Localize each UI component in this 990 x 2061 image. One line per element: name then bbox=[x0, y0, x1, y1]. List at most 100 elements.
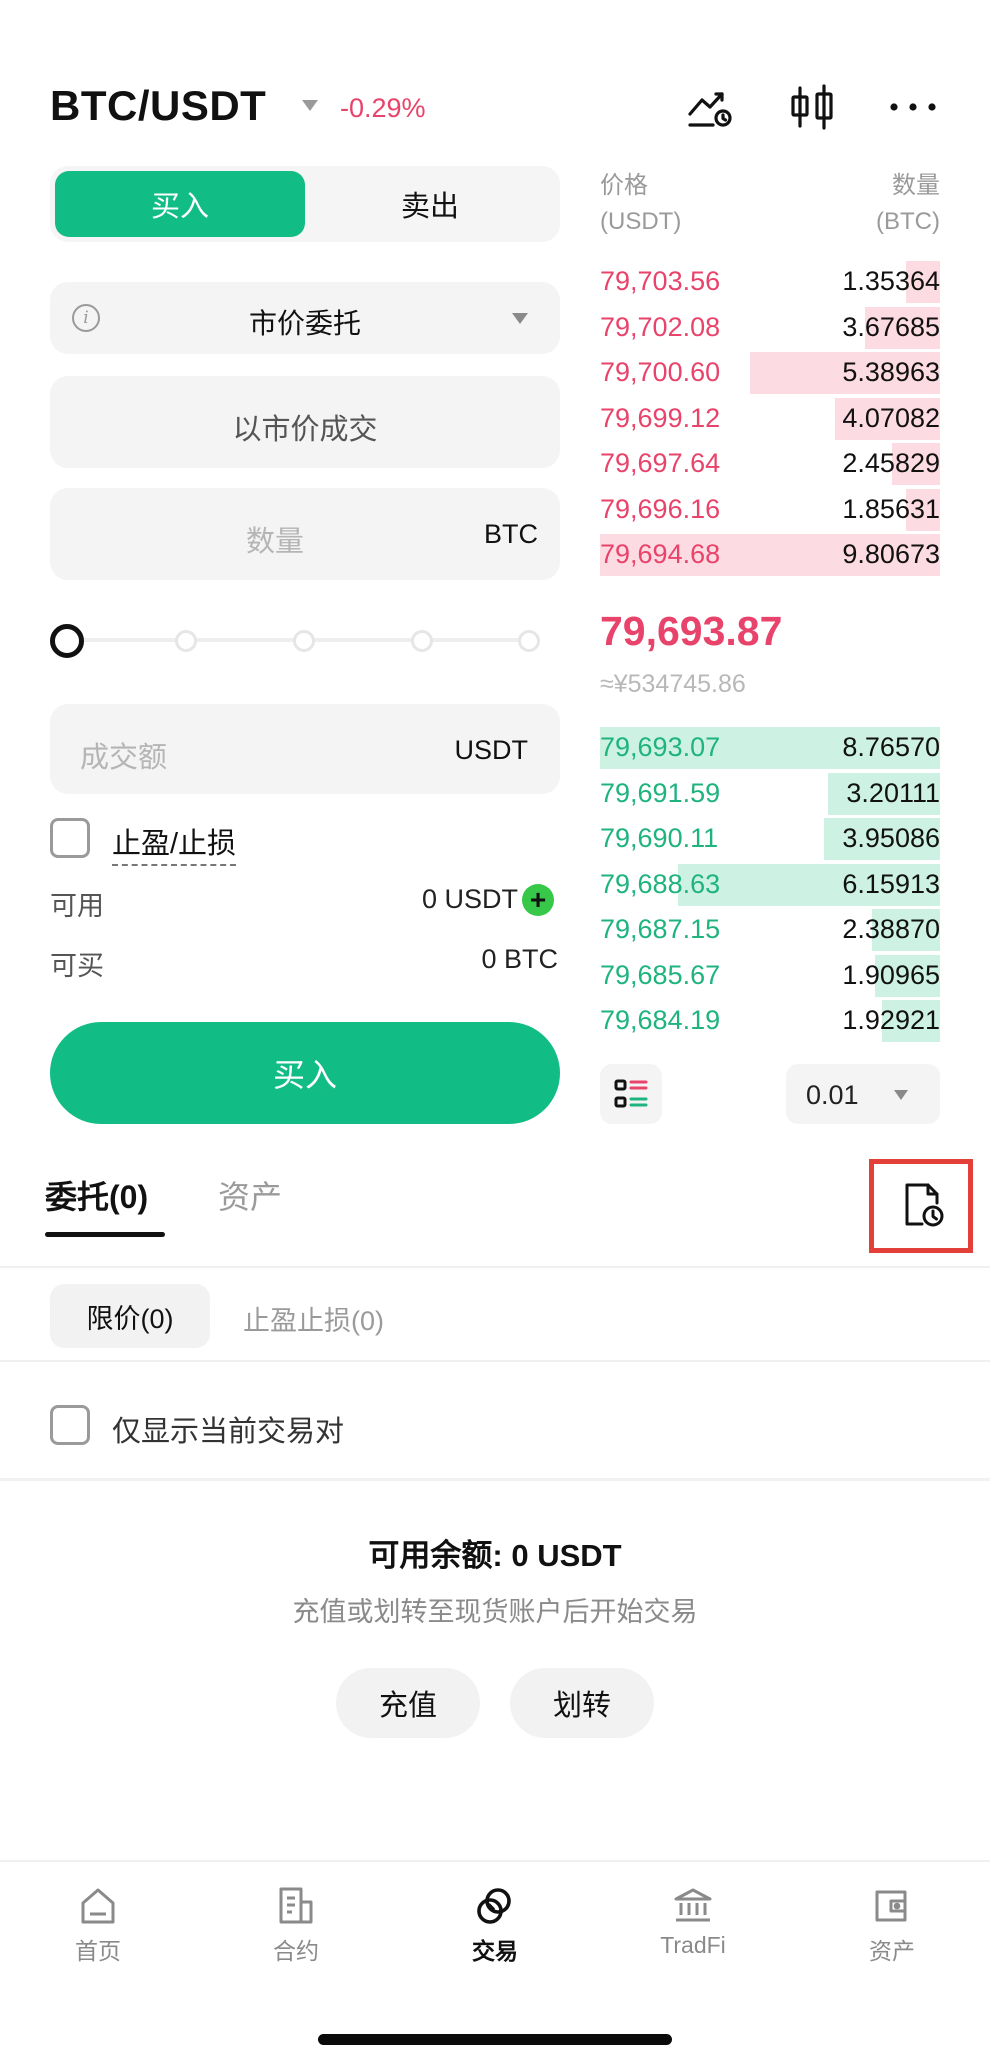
precision-select[interactable]: 0.01 bbox=[786, 1064, 940, 1124]
available-value: 0 USDT bbox=[421, 884, 518, 914]
ask-row[interactable]: 79,699.12 4.07082 bbox=[600, 396, 940, 441]
market-price-text: 以市价成交 bbox=[232, 414, 378, 446]
tab-assets[interactable]: 资产 bbox=[218, 1172, 282, 1218]
current-pair-label[interactable]: 仅显示当前交易对 bbox=[112, 1408, 344, 1450]
bid-amount: 2.38870 bbox=[842, 914, 940, 944]
active-tab-indicator bbox=[45, 1232, 165, 1237]
ask-price: 79,694.68 bbox=[600, 539, 721, 569]
tpsl-checkbox[interactable] bbox=[50, 818, 90, 858]
nav-item-assets[interactable]: 资产 bbox=[832, 1884, 952, 1966]
buy-button[interactable]: 买入 bbox=[50, 1022, 560, 1124]
ask-row[interactable]: 79,697.64 2.45829 bbox=[600, 441, 940, 486]
candlestick-icon[interactable] bbox=[788, 82, 838, 132]
slider-step-75[interactable] bbox=[411, 630, 433, 652]
market-price-field: 以市价成交 bbox=[50, 376, 560, 468]
nav-item-tradfi[interactable]: TradFi bbox=[633, 1884, 753, 1959]
section-divider bbox=[0, 1478, 990, 1481]
bid-amount: 3.20111 bbox=[846, 777, 940, 808]
ask-row[interactable]: 79,702.08 3.67685 bbox=[600, 305, 940, 350]
nav-item-home[interactable]: 首页 bbox=[38, 1884, 158, 1966]
bid-price: 79,685.67 bbox=[600, 959, 721, 990]
ask-row[interactable]: 79,694.68 9.80673 bbox=[600, 532, 940, 577]
bid-row[interactable]: 79,685.67 1.90965 bbox=[600, 953, 940, 998]
current-pair-checkbox[interactable] bbox=[50, 1405, 90, 1445]
available-label: 可用 bbox=[50, 891, 104, 921]
order-history-icon[interactable] bbox=[898, 1180, 948, 1230]
ask-amount: 1.35364 bbox=[842, 266, 940, 296]
last-price[interactable]: 79,693.87 bbox=[600, 608, 782, 655]
nav-label: 合约 bbox=[273, 1938, 319, 1964]
bid-amount: 6.15913 bbox=[842, 868, 940, 899]
ask-price: 79,702.08 bbox=[600, 311, 721, 342]
balance-title: 可用余额: 0 USDT bbox=[368, 1538, 622, 1573]
ask-row[interactable]: 79,703.56 1.35364 bbox=[600, 259, 940, 304]
transfer-button[interactable]: 划转 bbox=[510, 1668, 654, 1738]
precision-value: 0.01 bbox=[806, 1080, 859, 1110]
ask-amount: 9.80673 bbox=[842, 539, 940, 569]
ask-price: 79,699.12 bbox=[600, 402, 721, 433]
ask-amount: 5.38963 bbox=[842, 357, 940, 387]
chart-alert-icon[interactable] bbox=[686, 82, 736, 132]
ask-row[interactable]: 79,700.60 5.38963 bbox=[600, 350, 940, 395]
bid-amount: 8.76570 bbox=[842, 732, 940, 762]
last-price-cny: ≈¥534745.86 bbox=[600, 670, 746, 698]
sell-tab[interactable]: 卖出 bbox=[305, 171, 555, 237]
bid-amount: 3.95086 bbox=[842, 823, 940, 853]
bid-price: 79,688.63 bbox=[600, 868, 721, 899]
tab-orders[interactable]: 委托(0) bbox=[45, 1172, 148, 1218]
depth-mode-button[interactable] bbox=[600, 1064, 662, 1124]
pair-dropdown-caret-icon[interactable] bbox=[302, 100, 318, 111]
nav-label: TradFi bbox=[660, 1932, 726, 1958]
nav-label: 首页 bbox=[75, 1938, 121, 1964]
slider-handle[interactable] bbox=[50, 624, 84, 658]
bid-row[interactable]: 79,688.63 6.15913 bbox=[600, 862, 940, 907]
quantity-input[interactable]: 数量 BTC bbox=[50, 488, 560, 580]
more-icon[interactable] bbox=[888, 82, 938, 132]
trade-icon bbox=[477, 1888, 511, 1924]
divider bbox=[0, 1360, 990, 1362]
home-icon bbox=[81, 1888, 115, 1924]
subtab-limit[interactable]: 限价(0) bbox=[50, 1284, 210, 1348]
price-header: 价格 bbox=[600, 172, 648, 199]
add-funds-icon[interactable]: + bbox=[522, 884, 554, 916]
bid-amount: 1.90965 bbox=[842, 959, 940, 990]
bid-row[interactable]: 79,687.15 2.38870 bbox=[600, 907, 940, 952]
slider-step-100[interactable] bbox=[518, 630, 540, 652]
qty-column-header: 数量 (BTC) bbox=[876, 168, 940, 240]
nav-item-trade[interactable]: 交易 bbox=[435, 1884, 555, 1966]
buy-tab[interactable]: 买入 bbox=[55, 171, 305, 237]
home-indicator bbox=[318, 2034, 672, 2045]
bid-row[interactable]: 79,684.19 1.92921 bbox=[600, 998, 940, 1043]
can-buy-value: 0 BTC bbox=[481, 944, 558, 974]
ask-row[interactable]: 79,696.16 1.85631 bbox=[600, 487, 940, 532]
deposit-button[interactable]: 充值 bbox=[336, 1668, 480, 1738]
slider-step-50[interactable] bbox=[293, 630, 315, 652]
ask-amount: 4.07082 bbox=[842, 402, 940, 433]
bid-row[interactable]: 79,693.07 8.76570 bbox=[600, 725, 940, 770]
nav-divider bbox=[0, 1860, 990, 1862]
order-type-select[interactable]: i 市价委托 bbox=[50, 282, 560, 354]
nav-item-contract[interactable]: 合约 bbox=[236, 1884, 356, 1966]
bid-row[interactable]: 79,690.11 3.95086 bbox=[600, 816, 940, 861]
price-column-header: 价格 (USDT) bbox=[600, 168, 681, 240]
amount-placeholder: 成交额 bbox=[80, 742, 168, 774]
amount-unit: USDT bbox=[454, 735, 529, 765]
ask-amount: 2.45829 bbox=[842, 448, 940, 478]
can-buy-label: 可买 bbox=[50, 951, 104, 981]
quantity-unit: BTC bbox=[484, 519, 538, 549]
bid-amount: 1.92921 bbox=[842, 1005, 940, 1035]
nav-label: 交易 bbox=[472, 1938, 518, 1964]
ask-price: 79,700.60 bbox=[600, 357, 721, 387]
ask-amount: 1.85631 bbox=[842, 493, 940, 524]
chevron-down-icon bbox=[894, 1090, 908, 1100]
trading-pair-title[interactable]: BTC/USDT bbox=[50, 82, 266, 130]
slider-step-25[interactable] bbox=[175, 630, 197, 652]
tpsl-label[interactable]: 止盈/止损 bbox=[112, 820, 237, 866]
ask-amount: 3.67685 bbox=[842, 311, 940, 342]
chevron-down-icon bbox=[512, 313, 528, 324]
bid-price: 79,687.15 bbox=[600, 914, 721, 944]
bid-row[interactable]: 79,691.59 3.20111 bbox=[600, 771, 940, 816]
order-type-label: 市价委托 bbox=[248, 308, 361, 339]
subtab-tpsl[interactable]: 止盈止损(0) bbox=[243, 1299, 384, 1338]
amount-input[interactable]: 成交额 USDT bbox=[50, 704, 560, 794]
